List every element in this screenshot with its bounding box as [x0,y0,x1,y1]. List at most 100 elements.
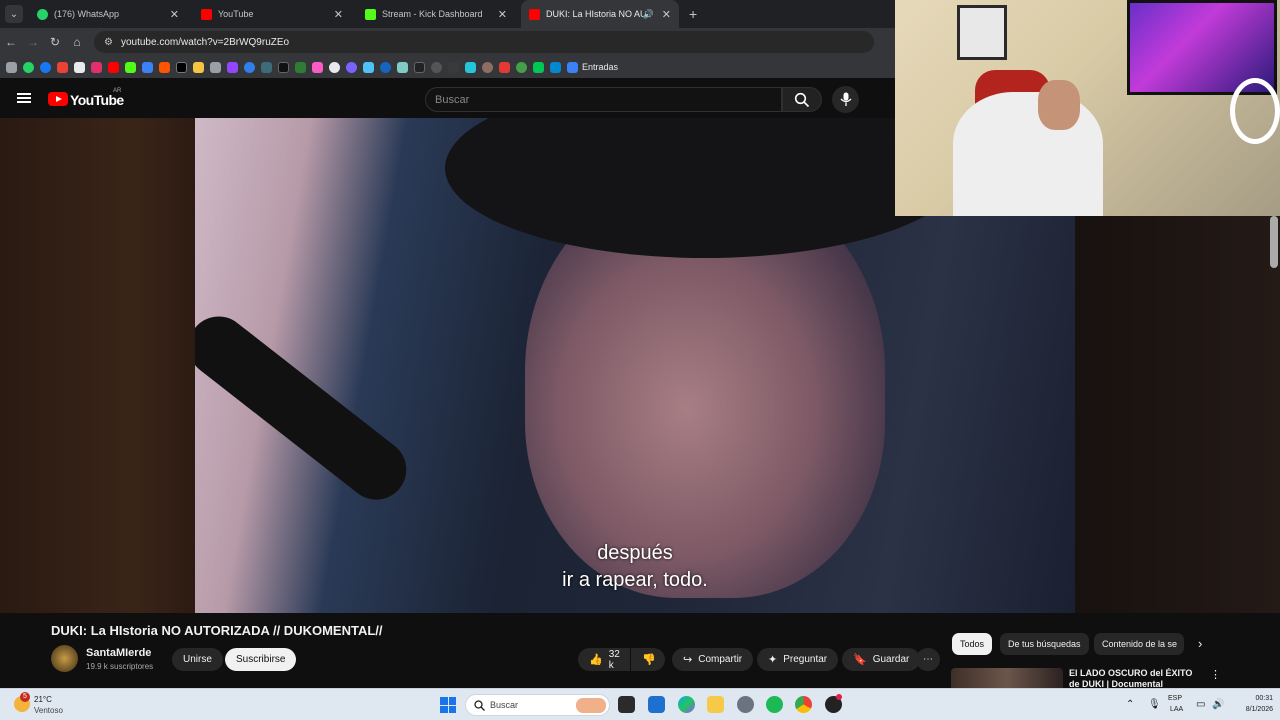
bookmark-youtube-icon[interactable] [108,61,119,73]
tab-youtube[interactable]: YouTube ✕ [193,0,351,28]
language-indicator[interactable]: ESP [1168,695,1182,702]
save-button[interactable]: 🔖 Guardar [842,648,921,671]
taskbar-search-label: Buscar [490,700,519,710]
bookmark-app-icon[interactable] [346,61,357,73]
bookmark-app-icon[interactable] [431,61,442,73]
bookmark-app-icon[interactable] [244,61,255,73]
chevron-up-icon[interactable]: ⌃ [1126,699,1134,710]
task-view-icon[interactable] [618,696,635,713]
bookmark-facebook-icon[interactable] [40,61,51,73]
file-explorer-icon[interactable] [707,696,724,713]
youtube-logo-text[interactable]: YouTube [70,92,124,108]
clock-date[interactable]: 8/1/2026 [1230,706,1273,713]
close-icon[interactable]: ✕ [662,8,671,21]
back-icon[interactable]: ← [0,35,22,49]
tab-search-button[interactable]: ⌄ [5,5,23,23]
subscribe-button[interactable]: Suscribirse [225,648,297,671]
channel-avatar[interactable] [51,645,78,672]
bookmark-f-icon[interactable] [567,61,578,73]
windows-start-icon[interactable] [440,697,456,713]
bookmark-app-icon[interactable] [261,61,272,73]
site-info-icon[interactable]: ⚙ [104,37,113,48]
whatsapp-icon [37,8,48,20]
keyboard-layout[interactable]: LAA [1170,706,1183,713]
subscriber-count: 19.9 k suscriptores [86,662,154,671]
forward-icon[interactable]: → [22,35,44,49]
bookmark-app-icon[interactable] [414,61,425,73]
bookmark-x-icon[interactable] [74,61,85,73]
page-scrollbar[interactable] [1270,216,1278,268]
bookmark-instagram-icon[interactable] [91,61,102,73]
apps-icon[interactable] [6,61,17,73]
home-icon[interactable]: ⌂ [66,35,88,49]
close-icon[interactable]: ✕ [498,8,507,21]
url-field[interactable]: ⚙ youtube.com/watch?v=2BrWQ9ruZEo [94,31,874,53]
bookmark-app-icon[interactable] [516,61,527,73]
kebab-menu-icon[interactable]: ⋮ [1210,668,1221,681]
spotify-icon[interactable] [766,696,783,713]
bookmark-app-icon[interactable] [533,61,544,73]
chrome-icon[interactable] [795,696,812,713]
bookmark-entradas[interactable]: Entradas [582,62,618,72]
related-video-title[interactable]: El LADO OSCURO del ÉXITO de DUKI | Docum… [1069,668,1204,688]
bookmark-app-icon[interactable] [397,61,408,73]
tab-kick-dashboard[interactable]: Stream - Kick Dashboard ✕ [357,0,515,28]
ask-button[interactable]: ✦ Preguntar [757,648,839,671]
bookmark-app-icon[interactable] [465,61,476,73]
bookmark-kick-icon[interactable] [125,61,136,73]
voice-search-button[interactable] [832,86,859,113]
reload-icon[interactable]: ↻ [44,35,66,49]
bookmark-app-icon[interactable] [193,61,204,73]
new-tab-button[interactable]: + [689,6,697,22]
bookmark-f-icon[interactable] [142,61,153,73]
close-icon[interactable]: ✕ [170,8,179,21]
like-button[interactable]: 👍 32 k [578,648,630,671]
bookmark-app-icon[interactable] [482,61,493,73]
dislike-button[interactable]: 👎 [631,648,665,671]
tab-duki-video[interactable]: DUKI: La HIstoria NO AUTO 🔊 ✕ [521,0,679,28]
streamer-head [1038,80,1080,130]
bookmark-app-icon[interactable] [210,61,221,73]
chip-all[interactable]: Todos [952,633,993,655]
bookmark-app-icon[interactable] [448,61,459,73]
chip-related[interactable]: Contenido de la se [1094,633,1184,655]
search-highlight-icon [576,698,606,713]
bookmark-app-icon[interactable] [363,61,374,73]
close-icon[interactable]: ✕ [334,8,343,21]
join-button[interactable]: Unirse [172,648,223,671]
clock-time[interactable]: 00:31 [1243,695,1273,702]
bookmark-app-icon[interactable] [159,61,170,73]
chip-from-searches[interactable]: De tus búsquedas [1000,633,1089,655]
tab-title: Stream - Kick Dashboard [382,9,483,19]
edge-copilot-icon[interactable] [678,696,695,713]
store-icon[interactable] [648,696,665,713]
bookmark-music-icon[interactable] [312,61,323,73]
search-button[interactable] [782,87,822,112]
menu-icon[interactable] [17,93,31,103]
mic-tray-icon[interactable]: 🎙 [1148,699,1161,710]
channel-name[interactable]: SantaMIerde [86,647,151,659]
more-actions-button[interactable]: ⋯ [916,648,940,671]
bookmark-app-icon[interactable] [499,61,510,73]
share-button[interactable]: ↪ Compartir [672,648,754,671]
bookmark-app-icon[interactable] [278,61,289,73]
tab-whatsapp[interactable]: (176) WhatsApp ✕ [29,0,187,28]
chevron-right-icon[interactable]: › [1198,636,1202,651]
bookmark-tiktok-icon[interactable] [176,61,187,73]
settings-gear-icon[interactable] [737,696,754,713]
related-thumbnail[interactable] [951,668,1063,690]
volume-icon[interactable]: 🔊 [1212,699,1224,710]
taskbar-search[interactable]: Buscar [465,694,610,716]
bookmark-gmail-icon[interactable] [57,61,68,73]
search-input[interactable]: Buscar [425,87,782,112]
speaker-icon[interactable]: 🔊 [643,9,654,20]
network-icon[interactable]: ▭ [1196,699,1205,710]
bookmark-app-icon[interactable] [550,61,561,73]
bookmark-whatsapp-icon[interactable] [23,61,34,73]
bookmark-twitch-icon[interactable] [227,61,238,73]
country-code: AR [113,88,122,94]
youtube-logo-icon[interactable] [48,92,68,106]
bookmark-app-icon[interactable] [329,61,340,73]
bookmark-app-icon[interactable] [380,61,391,73]
bookmark-app-icon[interactable] [295,61,306,73]
